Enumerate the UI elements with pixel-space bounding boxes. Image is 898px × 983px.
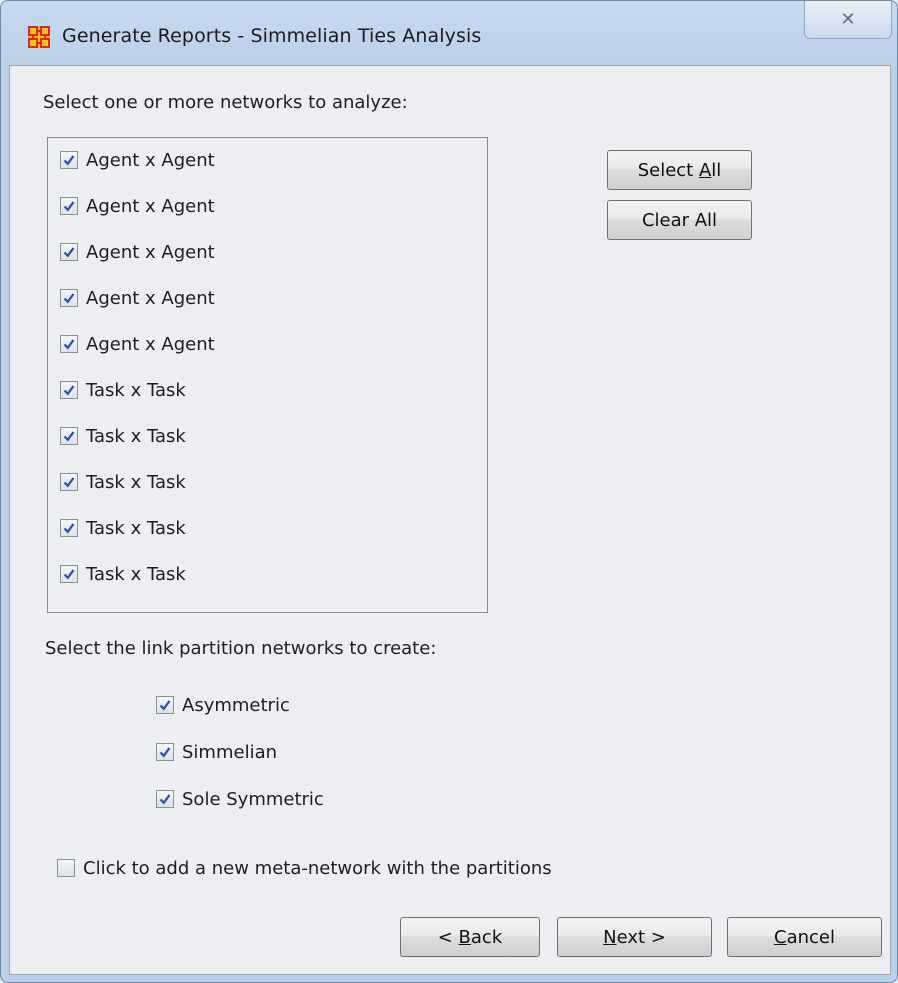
close-icon: ✕ <box>840 9 856 30</box>
checkbox[interactable] <box>60 427 78 445</box>
back-label-post: ack <box>470 926 503 948</box>
check-icon <box>63 431 75 442</box>
check-icon <box>159 700 171 711</box>
network-item-label: Task x Task <box>86 471 186 493</box>
network-item[interactable]: Task x Task <box>60 516 186 540</box>
network-item[interactable]: Agent x Agent <box>60 194 215 218</box>
checkbox[interactable] <box>60 565 78 583</box>
partitions-label: Select the link partition networks to cr… <box>45 638 437 659</box>
clear-all-button[interactable]: Clear All <box>607 200 752 240</box>
title-bar[interactable]: Generate Reports - Simmelian Ties Analys… <box>1 1 897 65</box>
select-all-button[interactable]: Select All <box>607 150 752 190</box>
partition-item-simmelian[interactable]: Simmelian <box>156 740 277 764</box>
checkbox[interactable] <box>60 289 78 307</box>
checkbox[interactable] <box>57 859 75 877</box>
networks-list: Agent x Agent Agent x Agent Agent x Agen… <box>47 137 488 613</box>
partition-item-label: Sole Symmetric <box>182 788 324 810</box>
window-title: Generate Reports - Simmelian Ties Analys… <box>62 25 482 47</box>
app-icon <box>28 26 50 48</box>
check-icon <box>159 747 171 758</box>
check-icon <box>63 523 75 534</box>
check-icon <box>63 293 75 304</box>
check-icon <box>63 247 75 258</box>
back-button[interactable]: < Back <box>400 917 540 957</box>
network-item[interactable]: Agent x Agent <box>60 286 215 310</box>
back-mnemonic: B <box>458 926 471 948</box>
checkbox[interactable] <box>156 743 174 761</box>
back-label-pre: < <box>437 926 459 948</box>
close-button[interactable]: ✕ <box>804 1 892 39</box>
network-item[interactable]: Task x Task <box>60 470 186 494</box>
meta-network-option[interactable]: Click to add a new meta-network with the… <box>57 856 552 880</box>
select-all-label-post: ll <box>711 159 722 181</box>
partition-item-sole-symmetric[interactable]: Sole Symmetric <box>156 787 324 811</box>
dialog-window: Generate Reports - Simmelian Ties Analys… <box>0 0 898 983</box>
meta-network-label: Click to add a new meta-network with the… <box>83 857 552 879</box>
next-label-post: ext > <box>616 926 666 948</box>
checkbox[interactable] <box>60 151 78 169</box>
select-all-mnemonic: A <box>698 159 712 181</box>
network-item-label: Task x Task <box>86 379 186 401</box>
network-item[interactable]: Agent x Agent <box>60 240 215 264</box>
checkbox[interactable] <box>156 696 174 714</box>
check-icon <box>63 385 75 396</box>
check-icon <box>63 155 75 166</box>
checkbox[interactable] <box>60 335 78 353</box>
clear-all-label: Clear All <box>641 209 718 231</box>
cancel-label-post: ancel <box>786 926 835 948</box>
check-icon <box>63 201 75 212</box>
checkbox[interactable] <box>60 381 78 399</box>
checkbox[interactable] <box>60 473 78 491</box>
partition-item-label: Asymmetric <box>182 694 290 716</box>
check-icon <box>63 477 75 488</box>
checkbox[interactable] <box>60 519 78 537</box>
network-item-label: Agent x Agent <box>86 333 215 355</box>
checkbox[interactable] <box>60 243 78 261</box>
next-mnemonic: N <box>603 926 617 948</box>
select-all-label-pre: Select <box>637 159 699 181</box>
network-item[interactable]: Agent x Agent <box>60 332 215 356</box>
network-item-label: Task x Task <box>86 517 186 539</box>
network-item[interactable]: Agent x Agent <box>60 148 215 172</box>
network-item-label: Agent x Agent <box>86 241 215 263</box>
checkbox[interactable] <box>60 197 78 215</box>
dialog-body: Select one or more networks to analyze: … <box>9 65 891 975</box>
network-item[interactable]: Task x Task <box>60 424 186 448</box>
check-icon <box>63 569 75 580</box>
partition-item-label: Simmelian <box>182 741 278 763</box>
next-button[interactable]: Next > <box>557 917 712 957</box>
network-item-label: Task x Task <box>86 563 186 585</box>
network-item-label: Agent x Agent <box>86 287 215 309</box>
network-item-label: Agent x Agent <box>86 149 215 171</box>
check-icon <box>159 794 171 805</box>
network-item[interactable]: Task x Task <box>60 562 186 586</box>
cancel-button[interactable]: Cancel <box>727 917 882 957</box>
network-item-label: Task x Task <box>86 425 186 447</box>
network-item-label: Agent x Agent <box>86 195 215 217</box>
cancel-mnemonic: C <box>774 926 787 948</box>
checkbox[interactable] <box>156 790 174 808</box>
networks-label: Select one or more networks to analyze: <box>43 92 408 113</box>
network-item[interactable]: Task x Task <box>60 378 186 402</box>
check-icon <box>63 339 75 350</box>
partition-item-asymmetric[interactable]: Asymmetric <box>156 693 290 717</box>
